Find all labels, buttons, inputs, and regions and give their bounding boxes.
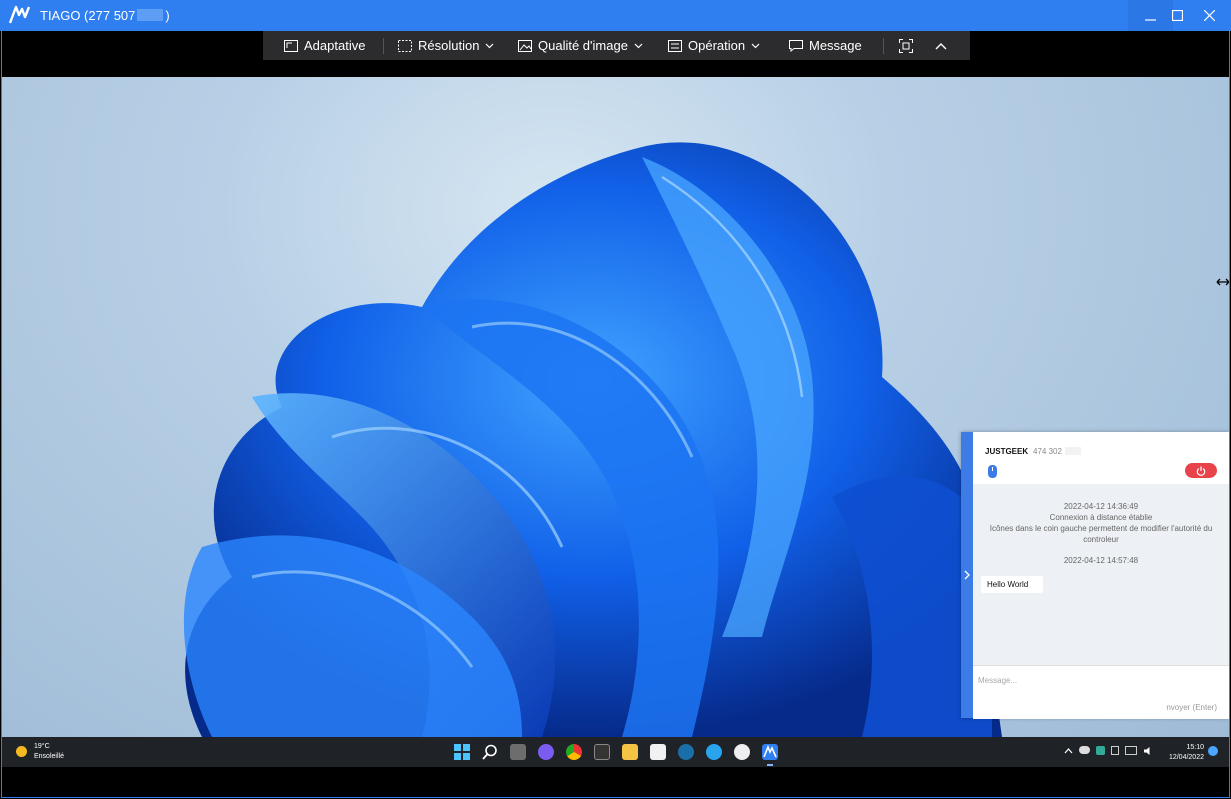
keyboard-icon bbox=[668, 39, 682, 52]
app-icon[interactable] bbox=[706, 744, 722, 760]
chat-user-id-text: 474 302 bbox=[1033, 447, 1062, 456]
volume-icon[interactable] bbox=[1143, 746, 1153, 756]
chevron-right-icon bbox=[964, 570, 970, 580]
file-explorer-icon[interactable] bbox=[622, 744, 638, 760]
message-button[interactable]: Message bbox=[789, 31, 862, 60]
chat-bubble-icon bbox=[789, 39, 803, 52]
power-icon bbox=[1196, 466, 1206, 476]
toolbar-divider bbox=[383, 38, 384, 54]
chat-collapse-handle[interactable] bbox=[961, 432, 973, 718]
maximize-icon bbox=[1172, 10, 1183, 21]
active-indicator bbox=[767, 764, 773, 766]
operation-dropdown[interactable]: Opération bbox=[668, 31, 760, 60]
fullscreen-icon bbox=[899, 38, 913, 53]
sun-icon[interactable] bbox=[16, 746, 27, 757]
network-icon[interactable] bbox=[1125, 746, 1137, 755]
lock-app-icon[interactable] bbox=[734, 744, 750, 760]
remote-session-view: Adaptative Résolution Qualité d'image Op… bbox=[1, 31, 1230, 798]
adaptive-button[interactable]: Adaptative bbox=[284, 31, 365, 60]
fullscreen-button[interactable] bbox=[899, 31, 913, 60]
steam-icon[interactable] bbox=[678, 744, 694, 760]
system-tray bbox=[1064, 746, 1153, 756]
send-button[interactable]: nvoyer (Enter) bbox=[1166, 703, 1217, 712]
chat-user-name: JUSTGEEK bbox=[985, 447, 1029, 456]
disconnect-button[interactable] bbox=[1185, 463, 1217, 478]
chat-user-id: 474 302 bbox=[1033, 447, 1081, 456]
onedrive-icon[interactable] bbox=[1079, 746, 1090, 754]
app-tray-icon[interactable] bbox=[1096, 746, 1105, 755]
mouse-control-icon[interactable] bbox=[988, 465, 997, 478]
clock-time: 15:10 bbox=[1186, 744, 1204, 751]
windows-logo-icon bbox=[454, 744, 470, 760]
image-quality-label: Qualité d'image bbox=[538, 38, 628, 53]
task-view-icon[interactable] bbox=[510, 744, 526, 760]
message-label: Message bbox=[809, 38, 862, 53]
close-button[interactable] bbox=[1187, 0, 1231, 31]
chevron-down-icon bbox=[486, 43, 494, 48]
window-title-prefix: TIAGO (277 507 bbox=[40, 8, 136, 23]
session-toolbar: Adaptative Résolution Qualité d'image Op… bbox=[263, 31, 970, 60]
remote-desktop[interactable]: JUSTGEEK 474 302 2022-04-12 14:36:49 Con… bbox=[2, 77, 1229, 737]
chevron-down-icon bbox=[751, 43, 760, 48]
resolution-icon bbox=[398, 39, 412, 52]
message-line: Connexion à distance établie bbox=[1049, 513, 1153, 522]
weather-desc: Ensoleillé bbox=[34, 753, 64, 760]
resolution-dropdown[interactable]: Résolution bbox=[398, 31, 494, 60]
adaptive-icon bbox=[284, 39, 298, 52]
chrome-icon[interactable] bbox=[566, 744, 582, 760]
chevron-down-icon bbox=[634, 43, 643, 48]
message-input-placeholder[interactable]: Message... bbox=[978, 676, 1017, 685]
anydesk-logo-icon bbox=[9, 5, 31, 24]
chat-bubble: Hello World bbox=[981, 576, 1043, 593]
message-timestamp: 2022-04-12 14:36:49 bbox=[1063, 502, 1139, 511]
redacted-mask bbox=[137, 9, 164, 21]
redacted-mask bbox=[1064, 447, 1081, 455]
message-timestamp: 2022-04-12 14:57:48 bbox=[1063, 556, 1139, 565]
chevron-up-icon[interactable] bbox=[1064, 746, 1073, 756]
chat-input-area[interactable]: Message... nvoyer (Enter) bbox=[973, 665, 1229, 719]
chevron-up-icon bbox=[935, 42, 947, 49]
adaptive-label: Adaptative bbox=[304, 38, 366, 53]
teams-chat-icon[interactable] bbox=[538, 744, 554, 760]
search-icon[interactable] bbox=[482, 744, 498, 760]
taskbar: 19°C Ensoleillé 15:10 12/04/2022 bbox=[2, 737, 1229, 767]
resolution-label: Résolution bbox=[418, 38, 480, 53]
toolbar-divider bbox=[883, 38, 884, 54]
collapse-toolbar-button[interactable] bbox=[935, 31, 947, 60]
clock-date: 12/04/2022 bbox=[1168, 754, 1204, 761]
chat-messages: 2022-04-12 14:36:49 Connexion à distance… bbox=[973, 484, 1229, 665]
microsoft-store-icon[interactable] bbox=[650, 744, 666, 760]
start-icon[interactable] bbox=[454, 744, 470, 760]
remote-logo-icon bbox=[763, 744, 777, 758]
image-quality-dropdown[interactable]: Qualité d'image bbox=[518, 31, 643, 60]
notification-icon[interactable] bbox=[1208, 746, 1218, 756]
remote-app-icon[interactable] bbox=[762, 744, 778, 760]
window-title-suffix: ) bbox=[165, 8, 170, 23]
epic-games-icon[interactable] bbox=[594, 744, 610, 760]
window-title: TIAGO (277 507) bbox=[40, 8, 170, 23]
image-icon bbox=[518, 39, 532, 52]
magnifier-icon bbox=[482, 744, 497, 760]
message-line: Icônes dans le coin gauche permettent de… bbox=[989, 524, 1213, 533]
operation-label: Opération bbox=[688, 38, 746, 53]
weather-temp: 19°C bbox=[34, 743, 50, 750]
chat-header: JUSTGEEK 474 302 bbox=[973, 432, 1229, 484]
close-icon bbox=[1204, 10, 1215, 21]
title-bar: TIAGO (277 507) bbox=[0, 0, 1231, 31]
weather-widget[interactable]: 19°C Ensoleillé bbox=[34, 742, 64, 762]
message-line: controleur bbox=[1083, 535, 1119, 544]
resize-cursor-icon bbox=[1216, 278, 1229, 286]
clock[interactable]: 15:10 12/04/2022 bbox=[1162, 743, 1204, 763]
chat-system-message: 2022-04-12 14:36:49 Connexion à distance… bbox=[973, 501, 1229, 545]
device-icon[interactable] bbox=[1111, 746, 1119, 755]
chat-panel: JUSTGEEK 474 302 2022-04-12 14:36:49 Con… bbox=[961, 432, 1229, 719]
